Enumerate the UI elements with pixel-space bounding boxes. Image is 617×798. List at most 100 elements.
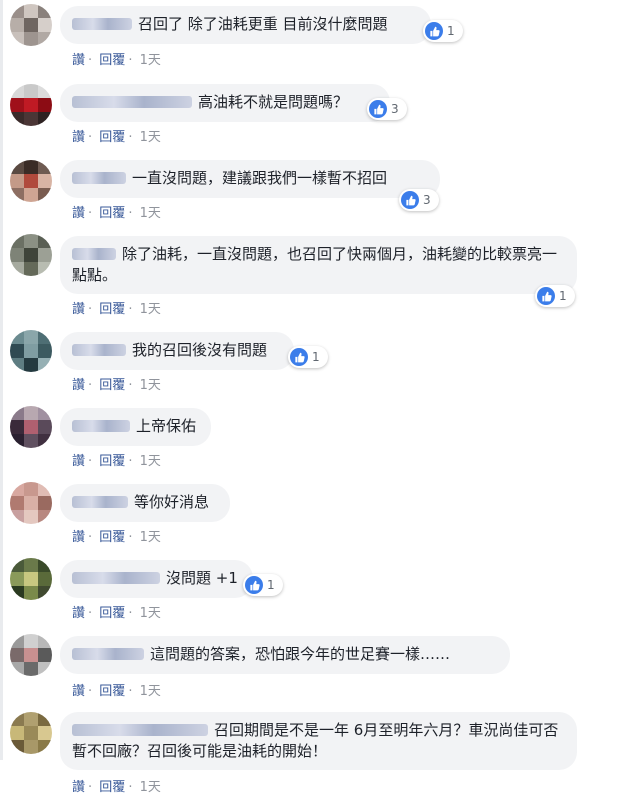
thumbs-up-icon xyxy=(290,348,308,366)
reply-link[interactable]: 回覆 xyxy=(99,206,125,221)
like-link[interactable]: 讚 xyxy=(72,130,85,145)
reaction-count[interactable]: 1 xyxy=(535,285,575,307)
reaction-number: 3 xyxy=(423,193,431,207)
separator-dot: · xyxy=(128,53,133,68)
timestamp[interactable]: 1天 xyxy=(140,206,161,221)
comment-actions: 讚 · 回覆 · 1天 xyxy=(72,126,164,145)
thread-left-rule xyxy=(0,0,3,760)
like-link[interactable]: 讚 xyxy=(72,53,85,68)
separator-dot: · xyxy=(128,684,133,699)
comment-text: 召回了 除了油耗更重 目前沒什麼問題 xyxy=(138,15,388,33)
separator-dot: · xyxy=(128,130,133,145)
comment-bubble: 這問題的答案，恐怕跟今年的世足賽一樣…… xyxy=(60,636,510,674)
separator-dot: · xyxy=(88,780,93,795)
timestamp[interactable]: 1天 xyxy=(140,684,161,699)
comment-text: 除了油耗，一直沒問題，也召回了快兩個月，油耗變的比較票亮一點點。 xyxy=(72,245,558,284)
reply-link[interactable]: 回覆 xyxy=(99,378,125,393)
commenter-name-blurred[interactable] xyxy=(72,420,130,432)
timestamp[interactable]: 1天 xyxy=(140,606,161,621)
separator-dot: · xyxy=(88,206,93,221)
timestamp[interactable]: 1天 xyxy=(140,454,161,469)
comment-bubble: 我的召回後沒有問題 xyxy=(60,332,294,370)
comment-actions: 讚 · 回覆 · 1天 xyxy=(72,202,164,221)
commenter-name-blurred[interactable] xyxy=(72,248,116,260)
reply-link[interactable]: 回覆 xyxy=(99,606,125,621)
separator-dot: · xyxy=(88,53,93,68)
timestamp[interactable]: 1天 xyxy=(140,130,161,145)
separator-dot: · xyxy=(88,302,93,317)
reply-link[interactable]: 回覆 xyxy=(99,684,125,699)
comment-actions: 讚 · 回覆 · 1天 xyxy=(72,602,164,621)
like-link[interactable]: 讚 xyxy=(72,606,85,621)
comment-actions: 讚 · 回覆 · 1天 xyxy=(72,680,164,699)
reaction-number: 1 xyxy=(447,24,455,38)
avatar[interactable] xyxy=(10,634,52,676)
reaction-count[interactable]: 3 xyxy=(399,189,439,211)
comment-actions: 讚 · 回覆 · 1天 xyxy=(72,298,164,317)
avatar[interactable] xyxy=(10,482,52,524)
like-link[interactable]: 讚 xyxy=(72,378,85,393)
timestamp[interactable]: 1天 xyxy=(140,530,161,545)
comment-text: 高油耗不就是問題嗎？ xyxy=(198,93,349,111)
comment-text: 上帝保佑 xyxy=(136,417,197,435)
like-link[interactable]: 讚 xyxy=(72,302,85,317)
like-link[interactable]: 讚 xyxy=(72,780,85,795)
timestamp[interactable]: 1天 xyxy=(140,780,161,795)
avatar[interactable] xyxy=(10,406,52,448)
thumbs-up-icon xyxy=(401,191,419,209)
comment-text: 這問題的答案，恐怕跟今年的世足賽一樣…… xyxy=(150,645,451,663)
separator-dot: · xyxy=(128,302,133,317)
reply-link[interactable]: 回覆 xyxy=(99,780,125,795)
separator-dot: · xyxy=(88,454,93,469)
avatar[interactable] xyxy=(10,330,52,372)
thumbs-up-icon xyxy=(369,100,387,118)
reply-link[interactable]: 回覆 xyxy=(99,53,125,68)
reply-link[interactable]: 回覆 xyxy=(99,530,125,545)
separator-dot: · xyxy=(88,378,93,393)
avatar[interactable] xyxy=(10,558,52,600)
commenter-name-blurred[interactable] xyxy=(72,172,126,184)
timestamp[interactable]: 1天 xyxy=(140,302,161,317)
separator-dot: · xyxy=(88,606,93,621)
separator-dot: · xyxy=(88,684,93,699)
like-link[interactable]: 讚 xyxy=(72,684,85,699)
commenter-name-blurred[interactable] xyxy=(72,572,160,584)
like-link[interactable]: 讚 xyxy=(72,454,85,469)
reaction-count[interactable]: 1 xyxy=(423,20,463,42)
reply-link[interactable]: 回覆 xyxy=(99,302,125,317)
separator-dot: · xyxy=(88,530,93,545)
comment-actions: 讚 · 回覆 · 1天 xyxy=(72,526,164,545)
comment-text: 我的召回後沒有問題 xyxy=(132,341,268,359)
like-link[interactable]: 讚 xyxy=(72,530,85,545)
comment-bubble: 上帝保佑 xyxy=(60,408,211,446)
avatar[interactable] xyxy=(10,234,52,276)
reaction-number: 1 xyxy=(267,578,275,592)
reply-link[interactable]: 回覆 xyxy=(99,454,125,469)
commenter-name-blurred[interactable] xyxy=(72,648,144,660)
reaction-count[interactable]: 1 xyxy=(243,574,283,596)
reaction-count[interactable]: 3 xyxy=(367,98,407,120)
separator-dot: · xyxy=(128,378,133,393)
avatar[interactable] xyxy=(10,4,52,46)
comment-bubble: 等你好消息 xyxy=(60,484,230,522)
reaction-number: 1 xyxy=(559,289,567,303)
separator-dot: · xyxy=(88,130,93,145)
like-link[interactable]: 讚 xyxy=(72,206,85,221)
separator-dot: · xyxy=(128,780,133,795)
comment-actions: 讚 · 回覆 · 1天 xyxy=(72,374,164,393)
timestamp[interactable]: 1天 xyxy=(140,53,161,68)
avatar[interactable] xyxy=(10,84,52,126)
comment-bubble: 召回了 除了油耗更重 目前沒什麼問題 xyxy=(60,6,431,44)
avatar[interactable] xyxy=(10,160,52,202)
comment-text: 等你好消息 xyxy=(134,493,210,511)
commenter-name-blurred[interactable] xyxy=(72,96,192,108)
separator-dot: · xyxy=(128,206,133,221)
commenter-name-blurred[interactable] xyxy=(72,496,128,508)
commenter-name-blurred[interactable] xyxy=(72,724,208,736)
reply-link[interactable]: 回覆 xyxy=(99,130,125,145)
avatar[interactable] xyxy=(10,712,52,754)
timestamp[interactable]: 1天 xyxy=(140,378,161,393)
commenter-name-blurred[interactable] xyxy=(72,344,126,356)
reaction-count[interactable]: 1 xyxy=(288,346,328,368)
commenter-name-blurred[interactable] xyxy=(72,18,132,30)
